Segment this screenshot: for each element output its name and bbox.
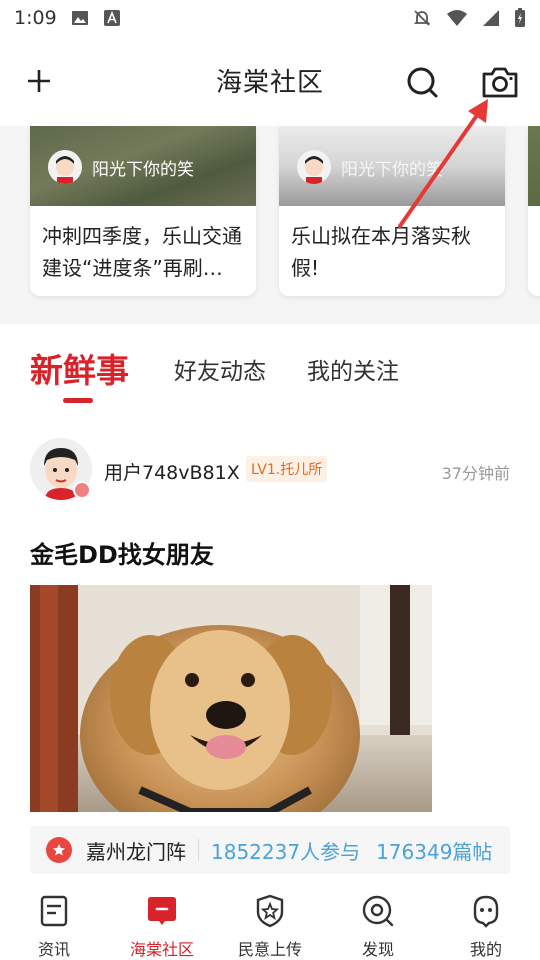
divider [198,839,199,861]
avatar-badge-icon [73,481,91,499]
level-badge: LV1.托儿所 [246,456,328,482]
post-title[interactable]: 金毛DD找女朋友 [30,535,214,570]
nav-community[interactable]: 海棠社区 [108,880,216,960]
app-notification-icon [103,10,120,26]
card-image: 阳光下你的笑 [30,126,256,206]
status-time: 1:09 [14,7,57,29]
post-image[interactable] [30,585,432,812]
app-bar: 海棠社区 [0,36,540,126]
nav-news[interactable]: 资讯 [0,880,108,960]
tab-indicator [63,398,93,403]
topic-stats: 1852237人参与 176349篇帖 [211,836,508,865]
tab-fresh[interactable]: 新鲜事 [30,344,129,392]
topic-name[interactable]: 嘉州龙门阵 [86,836,186,865]
nav-upload[interactable]: 民意上传 [216,880,324,960]
tab-following[interactable]: 我的关注 [307,352,399,386]
card-image: 阳光下你的笑 [279,126,505,206]
profile-icon [473,895,499,928]
bottom-nav: 资讯 海棠社区 民意上传 发现 我的 [0,880,540,960]
card-author: 阳光下你的笑 [297,150,443,184]
nav-discover[interactable]: 发现 [324,880,432,960]
featured-card[interactable]: 阳光下你的笑 冲刺四季度，乐山交通建设“进度条”再刷… [30,126,256,296]
status-bar: 1:09 [0,0,540,36]
featured-card[interactable] [528,126,540,296]
post-username[interactable]: 用户748vB81X [104,458,240,485]
card-image [528,126,540,206]
nav-label: 民意上传 [237,940,302,959]
nav-label: 资讯 [37,940,70,959]
avatar [48,150,82,184]
nav-profile[interactable]: 我的 [432,880,540,960]
wifi-icon [447,10,467,26]
featured-carousel: 阳光下你的笑 冲刺四季度，乐山交通建设“进度条”再刷… 阳光下你的笑 乐山拟在本… [0,126,540,324]
page-title: 海棠社区 [215,68,324,98]
badge-upload-icon [256,894,284,928]
community-icon [148,897,176,925]
search-icon[interactable] [404,64,440,100]
card-title: 乐山拟在本月落实秋假! [291,224,471,280]
nav-label: 海棠社区 [129,940,194,959]
card-author: 阳光下你的笑 [48,150,194,184]
featured-card[interactable]: 阳光下你的笑 乐山拟在本月落实秋假! [279,126,505,296]
topic-posts: 176349篇帖 [376,839,493,864]
news-icon [40,895,68,927]
post-time: 37分钟前 [441,464,510,483]
post-header: 用户748vB81X LV1.托儿所 37分钟前 [30,436,510,502]
signal-icon [483,10,499,26]
nav-label: 我的 [469,940,502,959]
topic-bar[interactable]: 嘉州龙门阵 1852237人参与 176349篇帖 [30,826,510,874]
card-author-name: 阳光下你的笑 [341,159,443,180]
avatar [297,150,331,184]
feed-tabs: 新鲜事 好友动态 我的关注 [0,340,540,410]
topic-star-icon [46,837,72,863]
card-title: 冲刺四季度，乐山交通建设“进度条”再刷… [42,224,242,280]
image-notification-icon [71,11,88,25]
discover-icon [362,895,394,927]
battery-icon [515,8,525,27]
camera-icon[interactable] [480,64,520,100]
nav-label: 发现 [361,940,394,959]
card-author-name: 阳光下你的笑 [92,159,194,180]
tab-friends[interactable]: 好友动态 [174,352,266,386]
topic-participants: 1852237人参与 [211,839,361,864]
mute-icon [413,10,431,26]
